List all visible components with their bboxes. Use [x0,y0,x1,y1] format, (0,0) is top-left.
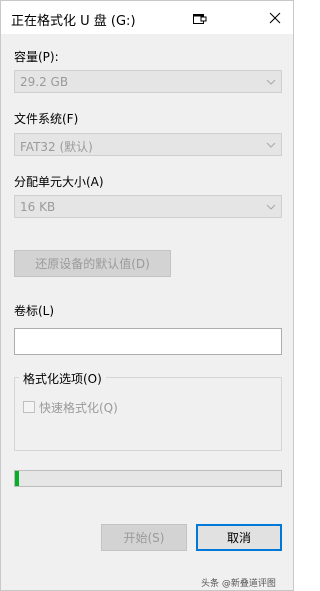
allocation-label: 分配单元大小(A) [14,175,104,189]
close-icon[interactable] [264,8,286,28]
watermark: 头条 @新叠道评图 [201,576,276,589]
allocation-select[interactable]: 16 KB [14,195,282,218]
chevron-down-icon [265,76,277,88]
progress-bar [14,470,282,487]
allocation-value: 16 KB [20,200,56,214]
capacity-select[interactable]: 29.2 GB [14,70,282,93]
capacity-label: 容量(P): [14,50,59,64]
restore-defaults-button[interactable]: 还原设备的默认值(D) [14,250,171,277]
cancel-button[interactable]: 取消 [196,524,282,551]
quick-format-checkbox[interactable] [23,401,35,413]
watermark-text: 头条 @新叠道评图 [201,579,276,589]
filesystem-label: 文件系统(F) [14,112,79,126]
chevron-down-icon [265,139,277,151]
restore-window-icon[interactable] [189,8,211,28]
chevron-down-icon [265,201,277,213]
volume-label: 卷标(L) [14,304,55,318]
window-title: 正在格式化 U 盘 (G:) [11,14,136,29]
progress-fill [15,471,19,486]
filesystem-select[interactable]: FAT32 (默认) [14,133,282,156]
capacity-value: 29.2 GB [20,75,69,89]
volume-label-input[interactable] [14,328,282,355]
filesystem-value: FAT32 (默认) [20,140,93,154]
quick-format-label: 快速格式化(Q) [39,401,118,415]
format-options-legend: 格式化选项(O) [19,370,106,387]
start-button[interactable]: 开始(S) [101,524,187,551]
format-dialog: 正在格式化 U 盘 (G:) 容量(P): 29.2 GB 文件系统(F) FA… [0,0,294,591]
title-bar: 正在格式化 U 盘 (G:) [1,1,293,34]
